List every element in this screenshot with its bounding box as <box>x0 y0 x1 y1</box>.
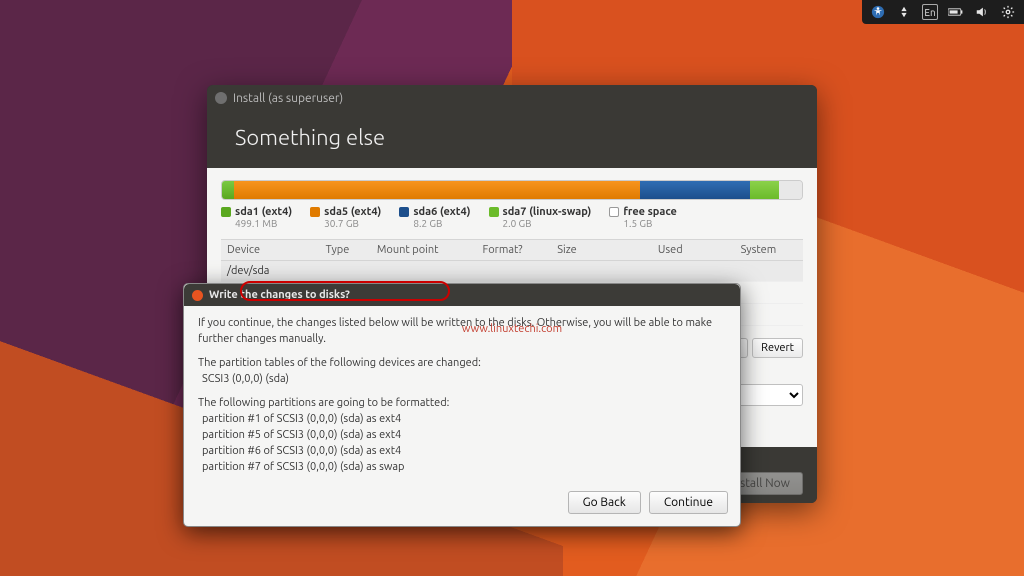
legend-item: sda7 (linux-swap)2.0 GB <box>489 206 592 229</box>
dialog-intro: If you continue, the changes listed belo… <box>198 316 726 348</box>
revert-button[interactable]: Revert <box>752 338 803 358</box>
dialog-tables-head: The partition tables of the following de… <box>198 357 481 369</box>
dialog-format-line: partition #6 of SCSI3 (0,0,0) (sda) as e… <box>202 445 401 457</box>
col-size: Size <box>551 240 652 261</box>
confirm-dialog: Write the changes to disks? If you conti… <box>183 283 741 527</box>
col-system: System <box>735 240 803 261</box>
legend-item: free space1.5 GB <box>609 206 677 229</box>
dialog-format-line: partition #1 of SCSI3 (0,0,0) (sda) as e… <box>202 413 401 425</box>
col-used: Used <box>652 240 735 261</box>
dialog-format-line: partition #5 of SCSI3 (0,0,0) (sda) as e… <box>202 429 401 441</box>
dialog-close-icon[interactable] <box>192 290 203 301</box>
continue-button[interactable]: Continue <box>649 491 728 514</box>
disk-usage-bar <box>221 180 803 200</box>
legend-item: sda5 (ext4)30.7 GB <box>310 206 381 229</box>
dialog-title: Write the changes to disks? <box>209 289 350 301</box>
keyboard-layout-icon[interactable]: En <box>922 4 938 20</box>
col-format: Format? <box>476 240 551 261</box>
settings-gear-icon[interactable] <box>1000 4 1016 20</box>
disk-legend: sda1 (ext4)499.1 MB sda5 (ext4)30.7 GB s… <box>221 206 803 229</box>
window-close-icon[interactable] <box>215 92 227 104</box>
network-icon[interactable] <box>896 4 912 20</box>
col-type: Type <box>320 240 371 261</box>
dialog-titlebar: Write the changes to disks? <box>184 284 740 306</box>
dialog-tables-list: SCSI3 (0,0,0) (sda) <box>202 373 289 385</box>
battery-icon[interactable] <box>948 4 964 20</box>
dialog-format-head: The following partitions are going to be… <box>198 397 449 409</box>
go-back-button[interactable]: Go Back <box>568 491 641 514</box>
window-titlebar: Install (as superuser) <box>207 85 817 111</box>
dialog-body: If you continue, the changes listed belo… <box>184 306 740 491</box>
legend-item: sda6 (ext4)8.2 GB <box>399 206 470 229</box>
col-mount: Mount point <box>371 240 477 261</box>
system-tray: En <box>862 0 1024 24</box>
table-row-disk[interactable]: /dev/sda <box>221 261 803 282</box>
window-title: Install (as superuser) <box>233 92 343 105</box>
accessibility-icon[interactable] <box>870 4 886 20</box>
dialog-format-line: partition #7 of SCSI3 (0,0,0) (sda) as s… <box>202 461 404 473</box>
page-heading: Something else <box>207 111 817 168</box>
col-device: Device <box>221 240 320 261</box>
legend-item: sda1 (ext4)499.1 MB <box>221 206 292 229</box>
volume-icon[interactable] <box>974 4 990 20</box>
